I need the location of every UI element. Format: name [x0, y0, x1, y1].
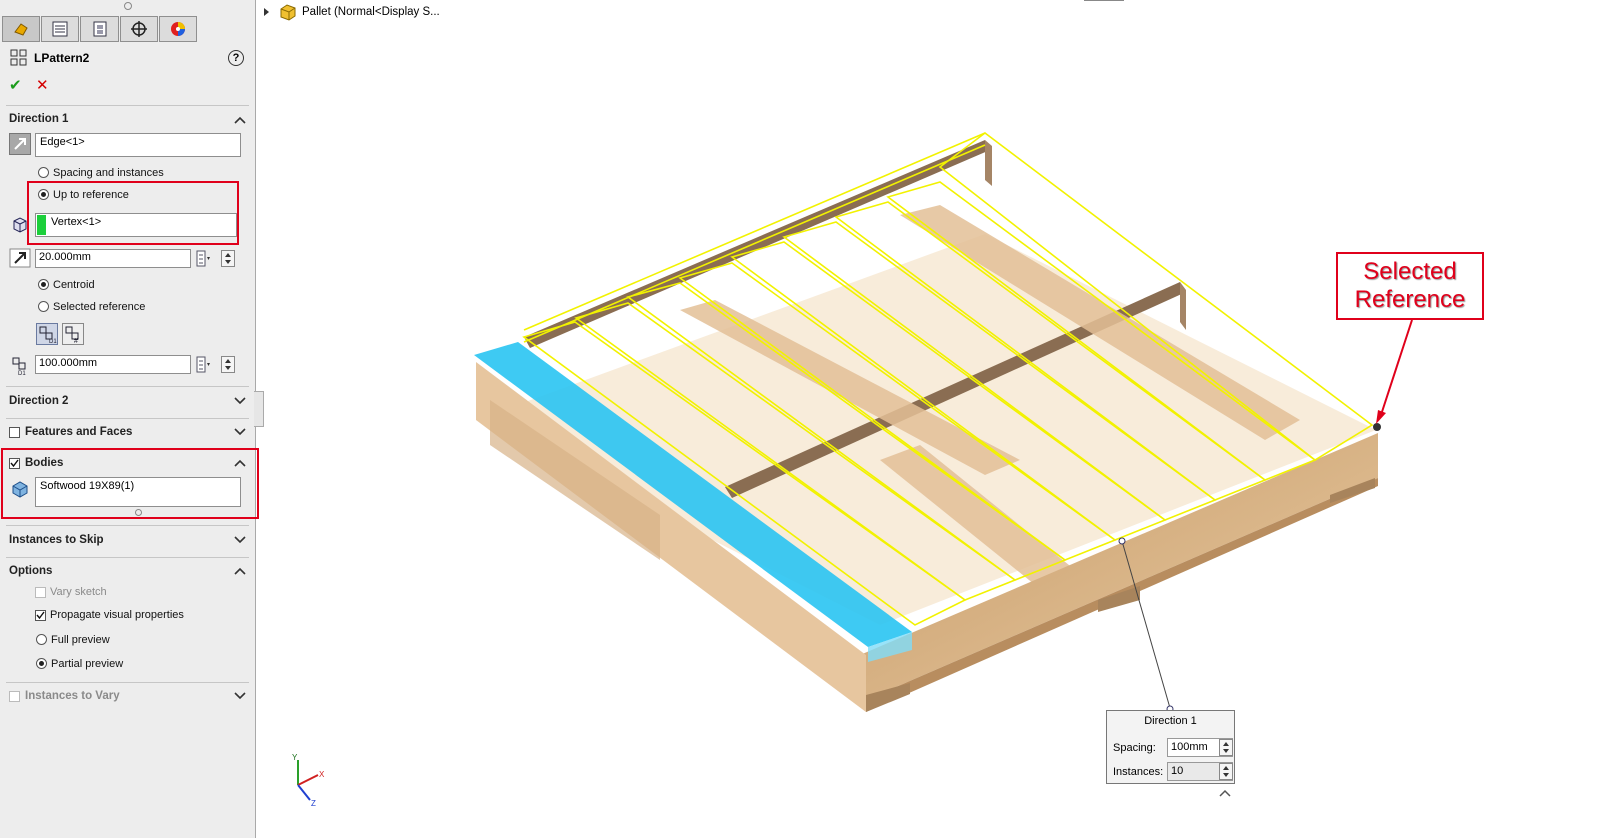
- tab-display-manager[interactable]: [158, 16, 198, 42]
- offset-distance-input[interactable]: 20.000mm: [35, 249, 191, 268]
- instance-count-button[interactable]: #: [62, 323, 84, 345]
- full-preview-radio[interactable]: [36, 634, 47, 645]
- svg-text:Y: Y: [292, 753, 298, 762]
- centroid-label: Centroid: [53, 279, 95, 291]
- feature-title: LPattern2: [34, 51, 90, 65]
- popup-title: Direction 1: [1144, 715, 1197, 727]
- direction1-edge-field[interactable]: Edge<1>: [35, 133, 241, 157]
- propagate-label: Propagate visual properties: [50, 609, 184, 621]
- direction1-header[interactable]: Direction 1: [9, 113, 68, 125]
- selected-reference-callout: Selected Reference: [1336, 252, 1484, 320]
- options-header[interactable]: Options: [9, 565, 52, 577]
- offset-spinner[interactable]: [221, 250, 235, 267]
- units-list-icon[interactable]: [195, 355, 211, 374]
- direction2-header[interactable]: Direction 2: [9, 395, 68, 407]
- spacing-instances-label: Spacing and instances: [53, 167, 164, 179]
- svg-text:D1: D1: [49, 339, 57, 344]
- tab-property-manager[interactable]: [41, 16, 80, 42]
- reference-vertex-marker: [1373, 423, 1381, 431]
- middle-bearer-side: [1180, 282, 1186, 330]
- spacing-instances-radio[interactable]: [38, 167, 49, 178]
- ok-button[interactable]: ✔: [9, 76, 22, 94]
- chevron-down-icon[interactable]: [234, 396, 246, 406]
- popup-spacing-label: Spacing:: [1113, 742, 1156, 754]
- popup-instances-label: Instances:: [1113, 766, 1164, 778]
- feature-manager-icon: [14, 23, 28, 36]
- callout-arrow: [1379, 319, 1413, 419]
- features-faces-header[interactable]: Features and Faces: [25, 426, 132, 438]
- property-manager: LPattern2 ? ✔ ✕ Direction 1 Edge<1> Spac…: [0, 0, 259, 838]
- features-faces-checkbox[interactable]: [9, 427, 20, 438]
- rear-bearer-side: [985, 140, 992, 186]
- display-manager-icon: [170, 22, 185, 36]
- axis-triad: Y X Z: [292, 753, 325, 808]
- divider: [6, 682, 249, 683]
- units-list-icon[interactable]: [195, 249, 211, 268]
- spacing-spinner[interactable]: [221, 356, 235, 373]
- vary-sketch-checkbox: [35, 587, 46, 598]
- manager-tabs: [2, 16, 198, 42]
- panel-grip[interactable]: [124, 2, 132, 10]
- callout-line1: Selected: [1363, 258, 1457, 285]
- instances-vary-header: Instances to Vary: [25, 690, 120, 702]
- highlight-up-to-reference: [27, 181, 239, 245]
- configuration-manager-icon: [93, 21, 106, 37]
- partial-preview-label: Partial preview: [51, 658, 124, 670]
- popup-instances-spinner[interactable]: [1219, 763, 1233, 780]
- callout-line2: Reference: [1354, 286, 1466, 313]
- vary-sketch-label: Vary sketch: [50, 586, 107, 598]
- crosshair-icon: [130, 21, 147, 37]
- tab-configuration-manager[interactable]: [80, 16, 119, 42]
- property-manager-icon: [52, 21, 68, 37]
- callout-arrowhead: [1376, 410, 1386, 424]
- chevron-up-icon[interactable]: [234, 115, 246, 125]
- centroid-radio[interactable]: [38, 279, 49, 290]
- spacing-distance-input[interactable]: 100.000mm: [35, 355, 191, 374]
- linear-pattern-icon: [10, 49, 27, 66]
- spacing-mode-button[interactable]: D1: [36, 323, 58, 345]
- offset-distance-icon: [9, 248, 31, 268]
- popup-spacing-spinner[interactable]: [1219, 739, 1233, 756]
- spacing-distance-icon: D1: [12, 357, 26, 375]
- instances-skip-header[interactable]: Instances to Skip: [9, 534, 104, 546]
- tab-dimxpert-manager[interactable]: [119, 16, 158, 42]
- instances-vary-checkbox: [9, 691, 20, 702]
- graphics-viewport[interactable]: Y X Z: [256, 0, 1599, 838]
- partial-preview-radio[interactable]: [36, 658, 47, 669]
- chevron-down-icon[interactable]: [234, 427, 246, 437]
- selected-reference-radio[interactable]: [38, 301, 49, 312]
- popup-collapse-icon[interactable]: [1219, 788, 1231, 798]
- leader-anchor: [1118, 537, 1126, 545]
- highlight-bodies: [1, 448, 259, 519]
- direction1-popup: Direction 1 Spacing: 100mm Instances: 10: [1106, 710, 1235, 784]
- selected-reference-label: Selected reference: [53, 301, 146, 313]
- help-icon[interactable]: ?: [228, 50, 244, 66]
- svg-text:#: #: [74, 338, 78, 344]
- full-preview-label: Full preview: [51, 634, 110, 646]
- divider: [6, 525, 249, 526]
- divider: [6, 386, 249, 387]
- divider: [6, 557, 249, 558]
- chevron-down-icon[interactable]: [234, 535, 246, 545]
- chevron-up-icon[interactable]: [234, 566, 246, 576]
- svg-text:Z: Z: [311, 799, 316, 808]
- svg-text:D1: D1: [18, 371, 26, 375]
- direction-arrow-icon[interactable]: [9, 133, 31, 155]
- cancel-button[interactable]: ✕: [36, 76, 49, 94]
- propagate-checkbox[interactable]: [35, 610, 46, 621]
- chevron-down-icon[interactable]: [234, 691, 246, 701]
- svg-text:X: X: [319, 770, 325, 779]
- divider: [6, 105, 249, 106]
- tab-feature-manager[interactable]: [2, 16, 41, 42]
- divider: [6, 418, 249, 419]
